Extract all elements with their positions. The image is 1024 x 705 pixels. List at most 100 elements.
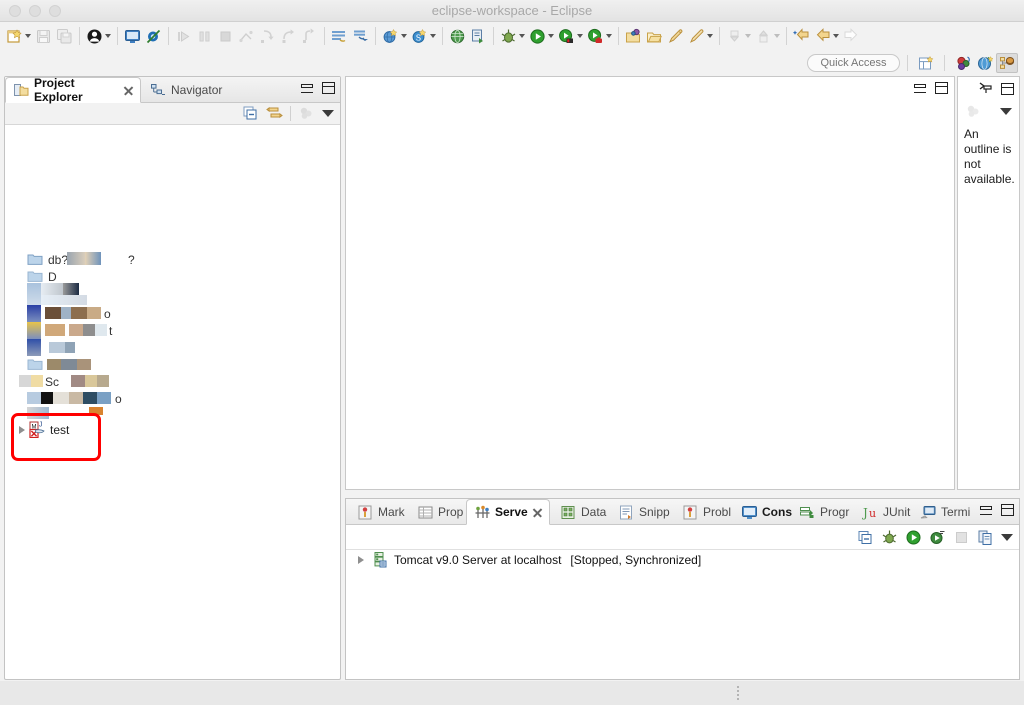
tab-servers[interactable]: Serve — [466, 499, 550, 525]
tab-console[interactable]: Cons — [734, 499, 792, 525]
chevron-down-icon[interactable] — [401, 34, 407, 38]
tab-properties[interactable]: Prop — [410, 499, 466, 525]
tab-snippets[interactable]: Snipp — [611, 499, 673, 525]
tab-markers[interactable]: Mark — [350, 499, 408, 525]
new-task-button[interactable] — [350, 24, 371, 48]
new-java-package-button[interactable] — [623, 24, 644, 48]
expand-arrow-icon[interactable] — [358, 555, 364, 564]
save-button[interactable] — [33, 24, 54, 48]
editor-outline-splitter[interactable] — [955, 76, 957, 490]
chevron-down-icon[interactable] — [606, 34, 612, 38]
link-with-editor-button[interactable] — [266, 105, 283, 122]
servers-list[interactable]: Tomcat v9.0 Server at localhost [Stopped… — [346, 549, 1019, 569]
terminate-button[interactable] — [215, 24, 236, 48]
debug-button[interactable] — [498, 24, 527, 48]
new-server-button[interactable]: S — [409, 24, 438, 48]
user-button[interactable] — [84, 24, 113, 48]
new-annotation-button[interactable] — [686, 24, 715, 48]
chevron-down-icon[interactable] — [25, 34, 31, 38]
close-icon[interactable] — [532, 507, 542, 518]
new-wizard-button[interactable] — [4, 24, 33, 48]
quick-access-input[interactable] — [807, 54, 900, 72]
view-menu-button[interactable] — [322, 110, 334, 117]
tree-item-redacted[interactable]: o — [27, 390, 137, 407]
back-button[interactable] — [812, 24, 841, 48]
open-package-button[interactable] — [644, 24, 665, 48]
next-annotation-button[interactable] — [753, 24, 782, 48]
tab-project-explorer[interactable]: Project Explorer — [5, 76, 141, 104]
chevron-down-icon[interactable] — [745, 34, 751, 38]
chevron-down-icon[interactable] — [774, 34, 780, 38]
open-browser-button[interactable] — [447, 24, 468, 48]
resize-grip[interactable] — [737, 686, 739, 700]
tree-item-redacted[interactable] — [27, 339, 117, 356]
view-menu-button[interactable] — [1000, 107, 1012, 115]
run-validation-button[interactable] — [468, 24, 489, 48]
collapse-all-button[interactable] — [242, 105, 259, 122]
tree-item-redacted[interactable] — [27, 356, 137, 373]
close-icon[interactable] — [123, 85, 133, 96]
chevron-down-icon[interactable] — [833, 34, 839, 38]
chevron-down-icon[interactable] — [577, 34, 583, 38]
focus-on-active-task-button[interactable] — [298, 105, 315, 122]
tab-progress[interactable]: Progr — [792, 499, 854, 525]
chevron-down-icon[interactable] — [548, 34, 554, 38]
skip-breakpoints-button[interactable] — [143, 24, 164, 48]
minimize-icon[interactable] — [914, 83, 926, 93]
last-edit-location-button[interactable] — [791, 24, 812, 48]
minimize-icon[interactable] — [301, 83, 313, 93]
tree-item-redacted[interactable] — [27, 283, 147, 305]
tree-item-redacted[interactable]: db? ? — [27, 251, 135, 268]
suspend-button[interactable] — [194, 24, 215, 48]
minimize-icon[interactable] — [980, 505, 992, 515]
chevron-down-icon[interactable] — [519, 34, 525, 38]
server-row[interactable]: Tomcat v9.0 Server at localhost [Stopped… — [346, 550, 1019, 569]
step-return-button[interactable] — [299, 24, 320, 48]
start-server-button[interactable] — [905, 529, 922, 546]
maximize-icon[interactable] — [1001, 83, 1014, 95]
resume-button[interactable] — [173, 24, 194, 48]
new-class-button[interactable] — [665, 24, 686, 48]
run-button[interactable] — [527, 24, 556, 48]
previous-annotation-button[interactable] — [724, 24, 753, 48]
perspective-java-ee[interactable] — [996, 53, 1018, 73]
forward-button[interactable] — [841, 24, 862, 48]
disconnect-button[interactable] — [236, 24, 257, 48]
chevron-down-icon[interactable] — [105, 34, 111, 38]
restore-icon[interactable] — [979, 81, 993, 97]
maximize-icon[interactable] — [322, 82, 335, 94]
open-perspective-button[interactable] — [915, 53, 937, 73]
debug-server-button[interactable] — [881, 529, 898, 546]
editor-content[interactable] — [346, 103, 954, 489]
maximize-icon[interactable] — [1001, 504, 1014, 516]
new-web-project-button[interactable] — [380, 24, 409, 48]
view-menu-button[interactable] — [1001, 533, 1013, 541]
save-all-button[interactable] — [54, 24, 75, 48]
chevron-down-icon[interactable] — [707, 34, 713, 38]
step-over-button[interactable] — [278, 24, 299, 48]
tree-item-redacted[interactable] — [27, 407, 137, 421]
tab-terminal[interactable]: Termi — [913, 499, 975, 525]
tab-navigator[interactable]: Navigator — [143, 77, 227, 103]
editor-area[interactable] — [345, 76, 955, 490]
step-into-button[interactable] — [257, 24, 278, 48]
chevron-down-icon[interactable] — [430, 34, 436, 38]
stop-server-button[interactable] — [953, 529, 970, 546]
project-tree[interactable]: db? ? D o t Sc o M J test — [5, 125, 340, 678]
perspective-debug[interactable] — [952, 53, 974, 73]
hide-fields-button[interactable] — [965, 103, 982, 120]
maximize-icon[interactable] — [935, 82, 948, 94]
tree-item-redacted[interactable]: t — [27, 322, 127, 339]
tab-problems[interactable]: Probl — [675, 499, 733, 525]
profile-server-button[interactable] — [929, 529, 946, 546]
tab-junit[interactable]: Ju JUnit — [855, 499, 913, 525]
publish-server-button[interactable] — [977, 529, 994, 546]
expand-arrow-icon[interactable] — [19, 425, 25, 434]
tree-item-redacted[interactable]: Sc — [19, 373, 139, 390]
run-coverage-button[interactable] — [585, 24, 614, 48]
tree-item-test-project[interactable]: M J test — [19, 421, 69, 438]
new-server-button[interactable] — [857, 529, 874, 546]
tree-item-redacted[interactable]: o — [27, 305, 127, 322]
run-server-button[interactable] — [556, 24, 585, 48]
open-console-button[interactable] — [122, 24, 143, 48]
